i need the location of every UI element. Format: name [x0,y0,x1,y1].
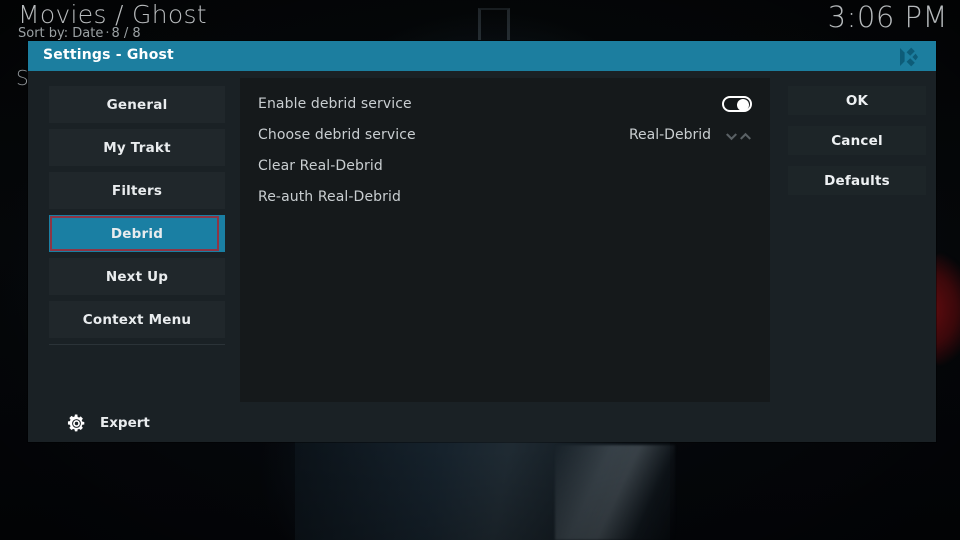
sidebar-item-label: Filters [111,182,163,199]
kodi-screen: Movies / Ghost Sort by: Date · 8 / 8 S 3:0… [0,0,960,540]
setting-row-clear-real-debrid[interactable]: Clear Real-Debrid [258,150,752,181]
sidebar-item-next-up[interactable]: Next Up [49,258,225,295]
setting-control[interactable] [722,88,752,119]
sidebar-item-label: Next Up [105,268,169,285]
setting-label: Enable debrid service [258,95,412,112]
item-count: 8 / 8 [111,26,141,41]
debrid-service-spinner[interactable] [725,128,752,141]
kodi-logo-icon [896,47,918,67]
dialog-title: Settings - Ghost [43,47,174,63]
setting-label: Clear Real-Debrid [258,157,383,174]
enable-debrid-service-toggle[interactable] [722,95,752,112]
choose-debrid-service-value: Real-Debrid [628,126,711,143]
sort-separator: · [105,26,110,41]
setting-row-choose-debrid-service[interactable]: Choose debrid service Real-Debrid [258,119,752,150]
expert-level-toggle[interactable]: Expert [49,409,225,437]
cancel-button[interactable]: Cancel [788,126,926,155]
setting-row-enable-debrid-service[interactable]: Enable debrid service [258,88,752,119]
sort-label: Sort by: Date [18,26,104,41]
sidebar-item-label: Context Menu [82,311,192,328]
page-title: Movies / Ghost [18,0,207,29]
setting-label: Choose debrid service [258,126,416,143]
settings-content-panel: Enable debrid service Choose debrid serv… [240,78,770,402]
expert-label: Expert [100,415,150,431]
sidebar-item-my-trakt[interactable]: My Trakt [49,129,225,166]
background-art-structure [478,8,510,40]
ok-button-label: OK [845,92,869,109]
sidebar-item-context-menu[interactable]: Context Menu [49,301,225,338]
sidebar-divider [49,344,225,345]
settings-dialog: Settings - Ghost General My Trakt Filter… [28,41,936,442]
defaults-button[interactable]: Defaults [788,166,926,195]
setting-control[interactable]: Real-Debrid [629,119,752,150]
chevron-up-icon[interactable] [739,128,752,141]
ok-button[interactable]: OK [788,86,926,115]
toggle-knob [737,98,749,111]
sidebar-item-debrid[interactable]: Debrid [49,215,225,252]
dialog-action-buttons: OK Cancel Defaults [788,86,926,206]
cancel-button-label: Cancel [831,132,883,149]
sidebar-item-label: Debrid [110,225,164,242]
dialog-titlebar: Settings - Ghost [28,41,936,71]
sidebar-item-label: General [106,96,168,113]
sidebar-item-general[interactable]: General [49,86,225,123]
setting-row-re-auth-real-debrid[interactable]: Re-auth Real-Debrid [258,181,752,212]
defaults-button-label: Defaults [824,172,890,189]
sidebar-item-label: My Trakt [103,139,171,156]
clock: 3:06 PM [827,0,948,34]
sidebar-item-filters[interactable]: Filters [49,172,225,209]
settings-category-list[interactable]: General My Trakt Filters Debrid Next Up … [49,86,225,345]
chevron-down-icon[interactable] [725,128,738,141]
obscured-background-text: S [16,66,29,90]
gear-icon [67,413,86,433]
background-art-figure [555,445,675,540]
sort-info: Sort by: Date · 8 / 8 [18,26,141,41]
setting-label: Re-auth Real-Debrid [258,188,401,205]
